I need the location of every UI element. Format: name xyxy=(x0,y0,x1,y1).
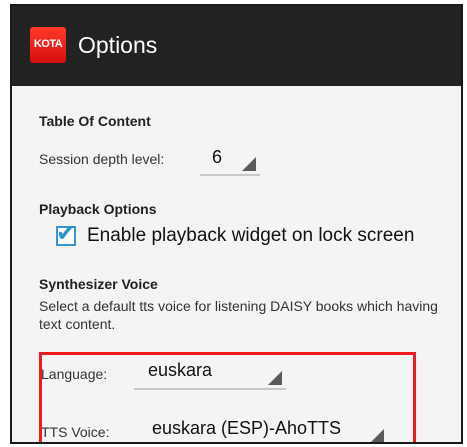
checkmark-icon: ✔ xyxy=(56,220,77,247)
section-header-table-of-content: Table Of Content xyxy=(39,113,151,129)
app-logo-icon[interactable]: KOTA xyxy=(30,27,66,63)
session-depth-value: 6 xyxy=(212,147,223,167)
page-title: Options xyxy=(78,32,158,58)
section-header-synthesizer-voice: Synthesizer Voice xyxy=(39,276,158,292)
lock-screen-widget-label[interactable]: Enable playback widget on lock screen xyxy=(87,225,414,247)
action-bar: KOTA Options xyxy=(12,6,461,86)
section-header-playback-options: Playback Options xyxy=(39,201,157,217)
options-list: Table Of Content Session depth level: 6 … xyxy=(12,86,461,442)
lock-screen-widget-checkbox[interactable]: ✔ xyxy=(56,220,76,247)
app-logo-text: KOTA xyxy=(33,38,63,50)
screenshot-frame: KOTA Options Table Of Content Session de… xyxy=(10,4,463,444)
dropdown-arrow-icon xyxy=(242,157,256,171)
highlight-box xyxy=(39,352,416,442)
synthesizer-description: Select a default tts voice for listening… xyxy=(39,298,438,332)
session-depth-label: Session depth level: xyxy=(39,151,165,167)
session-depth-spinner[interactable]: 6 xyxy=(200,142,260,176)
